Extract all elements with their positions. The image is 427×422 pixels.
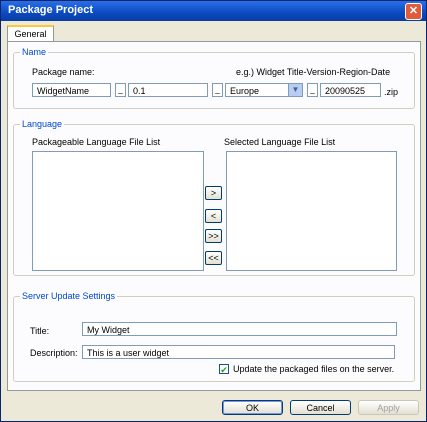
update-server-checkbox[interactable]: ✔ — [219, 364, 229, 375]
checkmark-icon: ✔ — [220, 365, 228, 375]
add-one-button[interactable]: > — [205, 186, 222, 200]
tab-general[interactable]: General — [7, 25, 54, 42]
server-group-title: Server Update Settings — [20, 291, 118, 301]
update-server-label: Update the packaged files on the server. — [233, 364, 395, 374]
cancel-button[interactable]: Cancel — [290, 400, 351, 415]
title-bar[interactable]: Package Project ✕ — [1, 1, 426, 21]
region-value: Europe — [230, 86, 260, 96]
package-name-label: Package name: — [32, 67, 95, 77]
remove-all-button[interactable]: << — [205, 251, 222, 265]
close-icon[interactable]: ✕ — [405, 3, 422, 20]
separator-3: _ — [307, 83, 318, 97]
title-input[interactable]: My Widget — [82, 322, 397, 336]
selected-list-label: Selected Language File List — [224, 137, 336, 147]
name-group-title: Name — [20, 47, 49, 57]
separator-1: _ — [115, 83, 126, 97]
window-title: Package Project — [8, 4, 93, 16]
add-all-button[interactable]: >> — [205, 229, 222, 243]
language-group: Language Packageable Language File List … — [13, 119, 415, 276]
widget-name-input[interactable]: WidgetName — [32, 83, 111, 97]
remove-one-button[interactable]: < — [205, 209, 222, 223]
server-update-group: Server Update Settings Title: My Widget … — [13, 291, 415, 382]
title-label: Title: — [30, 326, 50, 336]
description-label: Description: — [30, 348, 78, 358]
date-input[interactable]: 20090525 — [320, 83, 381, 97]
general-panel: Name Package name: e.g.) Widget Title-Ve… — [7, 41, 421, 391]
ok-button[interactable]: OK — [222, 400, 283, 415]
zip-extension-label: .zip — [384, 87, 399, 97]
chevron-down-icon[interactable]: ▼ — [288, 84, 302, 96]
packageable-language-list[interactable] — [32, 151, 204, 271]
separator-2: _ — [212, 83, 223, 97]
language-group-title: Language — [20, 119, 65, 129]
region-select[interactable]: Europe ▼ — [225, 83, 303, 97]
packageable-list-label: Packageable Language File List — [32, 137, 161, 147]
package-project-dialog: Package Project ✕ General Name Package n… — [0, 0, 427, 422]
example-label: e.g.) Widget Title-Version-Region-Date — [236, 67, 391, 77]
apply-button[interactable]: Apply — [358, 400, 419, 415]
description-input[interactable]: This is a user widget — [82, 345, 395, 359]
selected-language-list[interactable] — [226, 151, 397, 271]
version-input[interactable]: 0.1 — [128, 83, 208, 97]
name-group: Name Package name: e.g.) Widget Title-Ve… — [13, 47, 415, 109]
